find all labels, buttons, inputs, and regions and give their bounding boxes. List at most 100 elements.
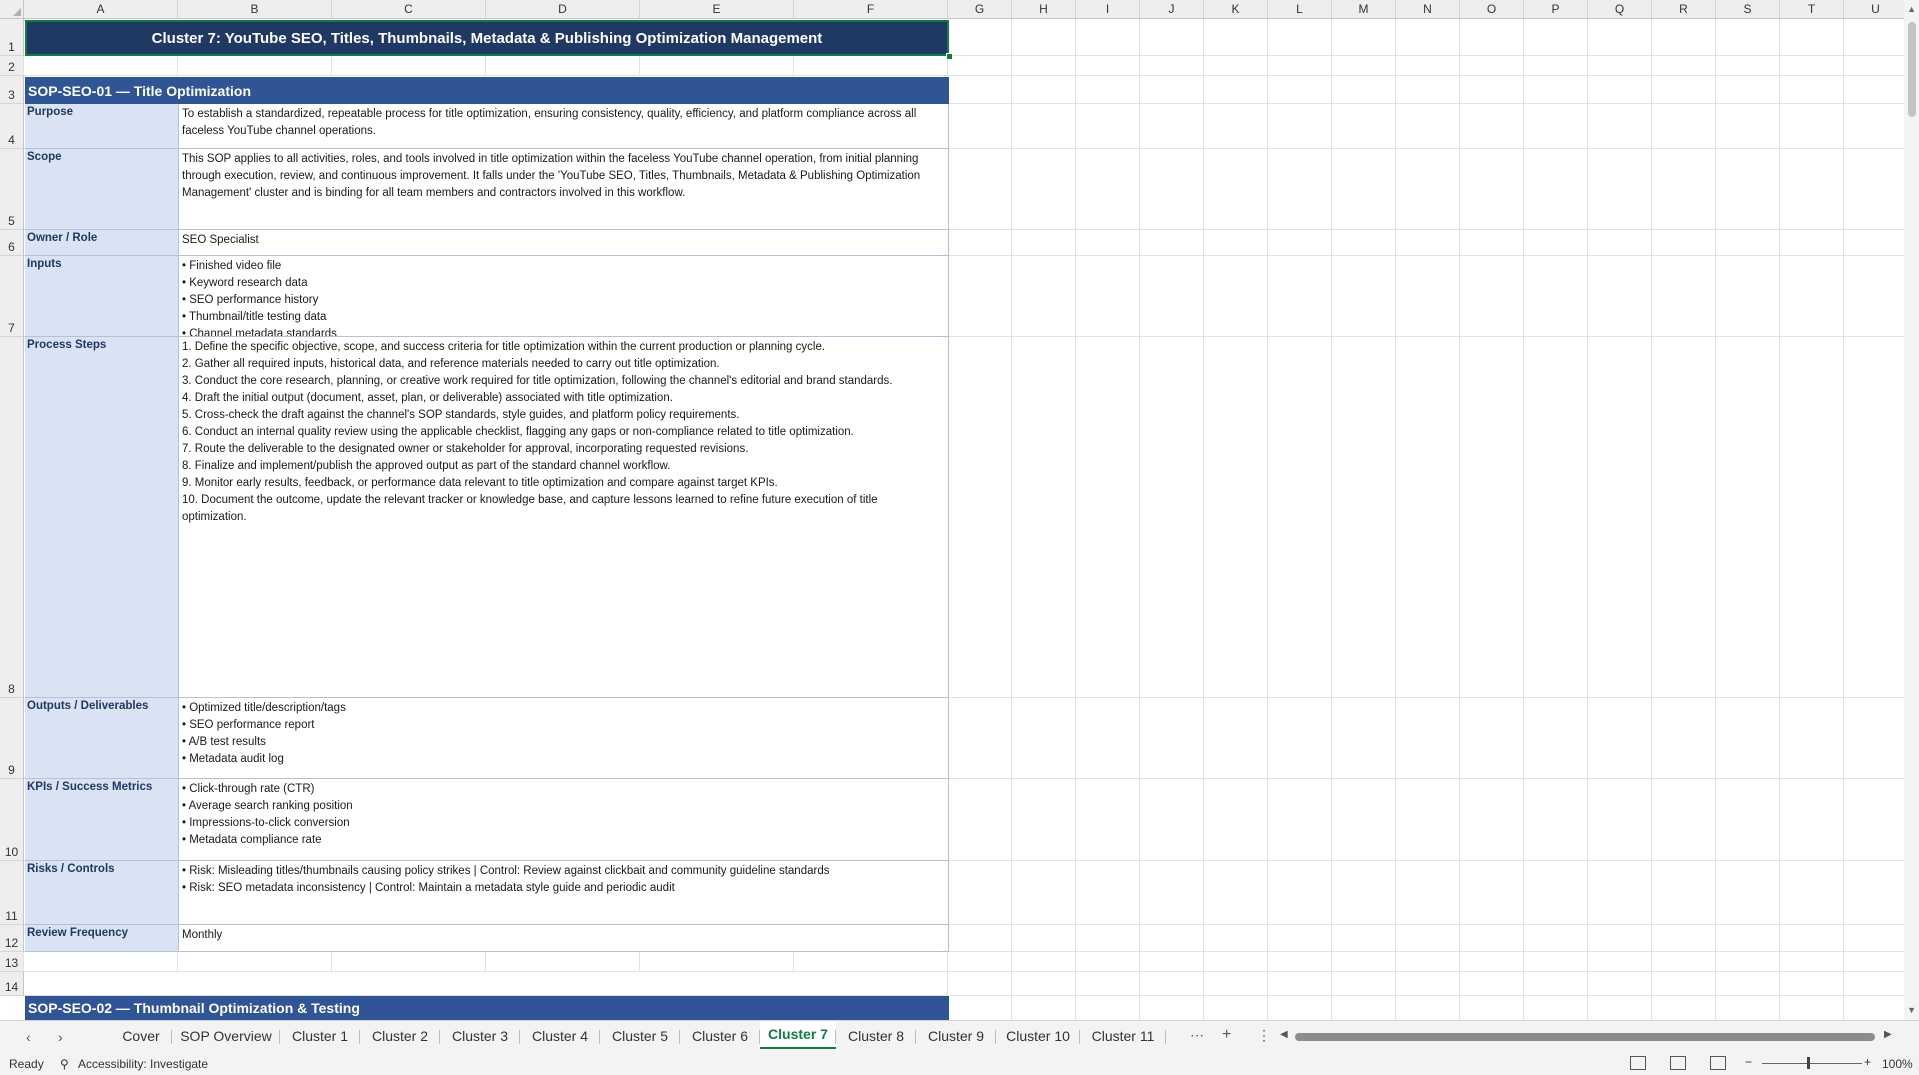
field-value[interactable]: Monthly [179, 925, 949, 952]
column-header-q[interactable]: Q [1588, 0, 1652, 19]
spreadsheet-grid[interactable]: ABCDEFGHIJKLMNOPQRSTU 1 2 3 4 5 6 7 8 9 10 11 12 13 1… [0, 0, 1919, 1020]
field-value[interactable]: This SOP applies to all activities, role… [179, 149, 949, 230]
row-header-12[interactable]: 12 [0, 925, 24, 952]
column-header-t[interactable]: T [1780, 0, 1844, 19]
column-header-i[interactable]: I [1076, 0, 1140, 19]
column-header-b[interactable]: B [178, 0, 332, 19]
column-header-f[interactable]: F [794, 0, 948, 19]
vertical-scrollbar[interactable]: ▲ ▼ [1904, 0, 1919, 1020]
row-header-4[interactable]: 4 [0, 104, 24, 149]
gridline-vertical [1587, 19, 1588, 1020]
zoom-out-icon[interactable]: − [1745, 1055, 1752, 1069]
sheet-tab[interactable]: Cluster 10 [996, 1021, 1080, 1052]
column-header-o[interactable]: O [1460, 0, 1524, 19]
prev-sheet-icon[interactable]: ‹ [26, 1029, 31, 1045]
sheet-tab[interactable]: Cluster 2 [360, 1021, 440, 1052]
column-header-l[interactable]: L [1268, 0, 1332, 19]
field-label[interactable]: Review Frequency [25, 925, 179, 952]
add-sheet-icon[interactable]: + [1222, 1026, 1231, 1044]
row-header-6[interactable]: 6 [0, 230, 24, 256]
sheet-title-cell[interactable]: Cluster 7: YouTube SEO, Titles, Thumbnai… [25, 20, 949, 56]
field-label[interactable]: Risks / Controls [25, 861, 179, 925]
row-header-2[interactable]: 2 [0, 56, 24, 76]
field-label[interactable]: Outputs / Deliverables [25, 698, 179, 779]
zoom-slider[interactable] [1762, 1063, 1862, 1064]
page-layout-view-icon[interactable] [1670, 1056, 1686, 1070]
column-header-m[interactable]: M [1332, 0, 1396, 19]
sheet-tab[interactable]: Cluster 1 [280, 1021, 360, 1052]
row-header-10[interactable]: 10 [0, 779, 24, 861]
scroll-down-icon[interactable]: ▼ [1907, 1005, 1916, 1015]
next-sheet-icon[interactable]: › [58, 1029, 63, 1045]
accessibility-status[interactable]: Accessibility: Investigate [78, 1057, 208, 1071]
page-break-view-icon[interactable] [1710, 1056, 1726, 1070]
row-header-9[interactable]: 9 [0, 698, 24, 779]
row-header-8[interactable]: 8 [0, 337, 24, 698]
column-header-e[interactable]: E [640, 0, 794, 19]
sheet-tab[interactable]: Cluster 8 [836, 1021, 916, 1052]
column-header-a[interactable]: A [24, 0, 178, 19]
field-label[interactable]: Process Steps [25, 337, 179, 698]
gridline-vertical [331, 56, 332, 76]
sheet-tab[interactable]: Cluster 11 [1080, 1021, 1166, 1052]
normal-view-icon[interactable] [1630, 1056, 1646, 1070]
field-value[interactable]: To establish a standardized, repeatable … [179, 104, 949, 149]
vertical-scroll-thumb[interactable] [1908, 22, 1916, 117]
field-value[interactable]: • Click-through rate (CTR) • Average sea… [179, 779, 949, 861]
column-header-n[interactable]: N [1396, 0, 1460, 19]
column-header-d[interactable]: D [486, 0, 640, 19]
accessibility-icon[interactable]: ⚲ [60, 1057, 69, 1071]
row-header-11[interactable]: 11 [0, 861, 24, 925]
sheet-tab[interactable]: Cluster 9 [916, 1021, 996, 1052]
section-header-1-text: SOP-SEO-01 — Title Optimization [28, 82, 251, 99]
sheet-tab[interactable]: SOP Overview [172, 1021, 280, 1052]
sheet-tab[interactable]: Cluster 5 [600, 1021, 680, 1052]
select-all-corner[interactable] [0, 0, 24, 19]
sheet-tab[interactable]: Cluster 3 [440, 1021, 520, 1052]
sheet-tab[interactable]: Cluster 7 [760, 1021, 836, 1049]
field-label[interactable]: Purpose [25, 104, 179, 149]
sheet-tab[interactable]: Cluster 4 [520, 1021, 600, 1052]
section-header-2[interactable]: SOP-SEO-02 — Thumbnail Optimization & Te… [25, 996, 949, 1020]
field-value[interactable]: • Optimized title/description/tags • SEO… [179, 698, 949, 779]
row-header-3[interactable]: 3 [0, 76, 24, 104]
row-header-13[interactable]: 13 [0, 952, 24, 972]
section-header-1[interactable]: SOP-SEO-01 — Title Optimization [25, 77, 949, 104]
row-header-5[interactable]: 5 [0, 149, 24, 230]
field-value[interactable]: • Finished video file • Keyword research… [179, 256, 949, 337]
row-header-7[interactable]: 7 [0, 256, 24, 337]
more-sheets-icon[interactable]: ⋯ [1190, 1027, 1204, 1044]
zoom-slider-thumb[interactable] [1807, 1057, 1810, 1069]
gridline-vertical [177, 952, 178, 972]
column-header-h[interactable]: H [1012, 0, 1076, 19]
horizontal-scroll-thumb[interactable] [1295, 1033, 1875, 1041]
scroll-left-icon[interactable]: ◀ [1280, 1029, 1288, 1040]
field-label[interactable]: Owner / Role [25, 230, 179, 256]
field-label[interactable]: KPIs / Success Metrics [25, 779, 179, 861]
options-icon[interactable]: ⋮ [1257, 1027, 1271, 1044]
column-header-s[interactable]: S [1716, 0, 1780, 19]
row-header-1[interactable]: 1 [0, 19, 24, 56]
field-label[interactable]: Inputs [25, 256, 179, 337]
column-header-c[interactable]: C [332, 0, 486, 19]
scroll-right-icon[interactable]: ▶ [1884, 1029, 1892, 1040]
column-header-g[interactable]: G [948, 0, 1012, 19]
fill-handle[interactable] [946, 53, 953, 60]
field-value[interactable]: • Risk: Misleading titles/thumbnails cau… [179, 861, 949, 925]
row-header-14[interactable]: 14 [0, 972, 24, 996]
field-value[interactable]: 1. Define the specific objective, scope,… [179, 337, 949, 698]
gridline-vertical [23, 952, 24, 972]
column-header-k[interactable]: K [1204, 0, 1268, 19]
field-label[interactable]: Scope [25, 149, 179, 230]
scroll-up-icon[interactable]: ▲ [1907, 4, 1916, 14]
field-value[interactable]: SEO Specialist [179, 230, 949, 256]
column-header-u[interactable]: U [1844, 0, 1908, 19]
sheet-tab[interactable]: Cover [110, 1021, 172, 1052]
sheet-tab[interactable]: Cluster 6 [680, 1021, 760, 1052]
column-header-r[interactable]: R [1652, 0, 1716, 19]
column-header-j[interactable]: J [1140, 0, 1204, 19]
zoom-in-icon[interactable]: + [1864, 1055, 1871, 1069]
horizontal-scrollbar[interactable] [1295, 1032, 1875, 1042]
column-header-p[interactable]: P [1524, 0, 1588, 19]
zoom-level[interactable]: 100% [1882, 1057, 1913, 1071]
